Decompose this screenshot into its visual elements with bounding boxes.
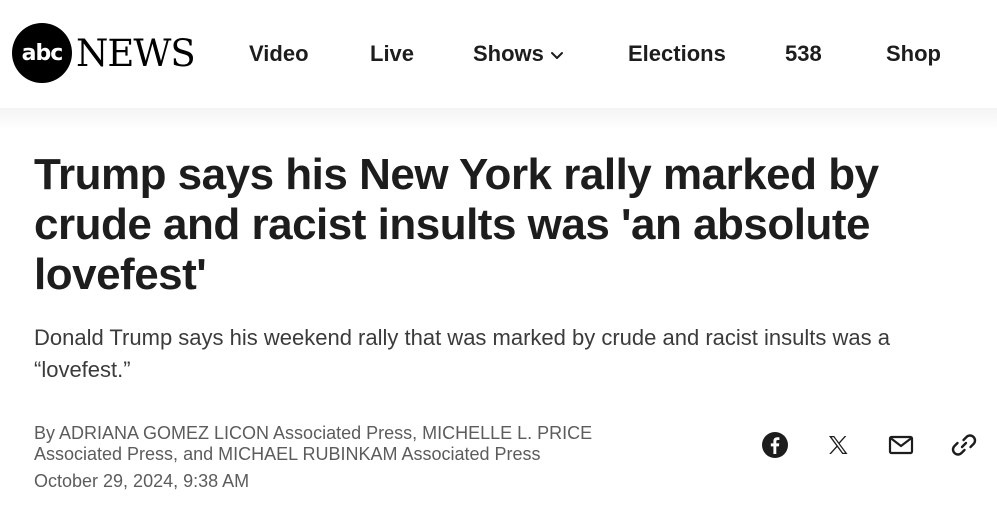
article-dek: Donald Trump says his weekend rally that… xyxy=(34,325,890,382)
nav-item-shows[interactable]: Shows xyxy=(473,38,564,70)
nav-item-video[interactable]: Video xyxy=(249,38,309,70)
nav-item-538[interactable]: 538 xyxy=(785,38,822,70)
header-divider xyxy=(0,108,997,130)
share-facebook-button[interactable] xyxy=(760,430,790,460)
article-date: October 29, 2024, 9:38 AM xyxy=(34,471,250,491)
facebook-icon xyxy=(762,432,788,458)
article-headline: Trump says his New York rally marked by … xyxy=(34,150,879,299)
share-email-button[interactable] xyxy=(886,430,916,460)
nav-item-shows-label: Shows xyxy=(473,41,544,66)
link-icon xyxy=(951,434,977,456)
abc-news-logo[interactable]: abc NEWS xyxy=(12,22,196,84)
nav-item-elections[interactable]: Elections xyxy=(628,38,726,70)
nav-item-live[interactable]: Live xyxy=(370,38,414,70)
chevron-down-icon xyxy=(550,52,563,60)
article-byline: By ADRIANA GOMEZ LICON Associated Press,… xyxy=(34,423,593,464)
news-wordmark: NEWS xyxy=(76,31,196,75)
nav-item-shop[interactable]: Shop xyxy=(886,38,941,70)
abc-logo-badge: abc xyxy=(12,23,72,83)
share-x-button[interactable] xyxy=(823,430,853,460)
site-header: abc NEWS Video Live Shows Elections 538 … xyxy=(0,0,997,108)
copy-link-button[interactable] xyxy=(949,430,979,460)
x-icon xyxy=(829,436,848,454)
email-icon xyxy=(888,435,914,455)
